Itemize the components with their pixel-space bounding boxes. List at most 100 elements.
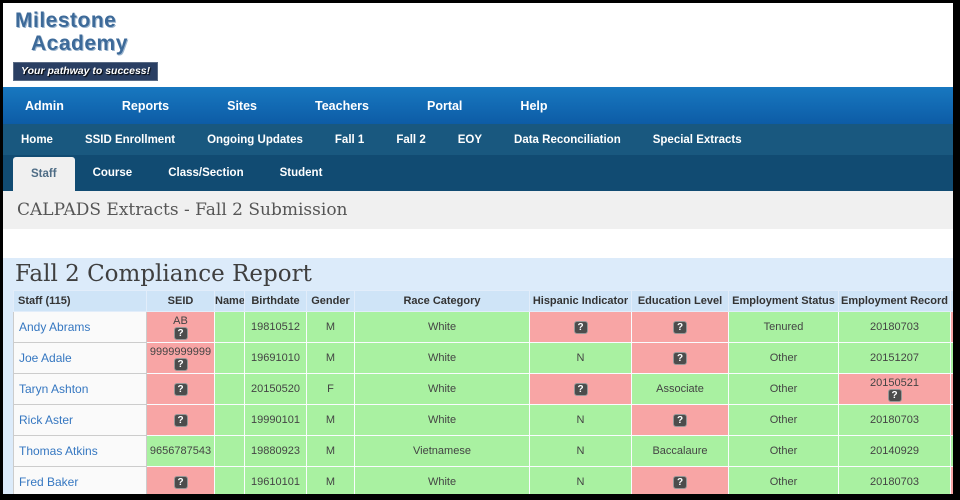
cell-seid: 9656787543 (146, 435, 215, 467)
staff-name-link[interactable]: Joe Adale (19, 351, 72, 365)
cell-value: Other (769, 476, 798, 488)
cell-gender: M (306, 466, 355, 494)
tab-course[interactable]: Course (75, 155, 151, 191)
cell-seid: ? (146, 404, 215, 436)
cell-race-category: White (354, 373, 530, 405)
staff-name-link[interactable]: Andy Abrams (19, 320, 90, 334)
cell-employment-status: Other (728, 373, 839, 405)
cell-birthdate: 19610101 (244, 466, 307, 494)
question-icon[interactable]: ? (573, 320, 588, 334)
cell-employment-status: Other (728, 435, 839, 467)
table-header-row: Staff (115) SEID Name Birthdate Gender Race C… (13, 290, 953, 312)
cell-education-level: ? (631, 342, 729, 374)
staff-name-link[interactable]: Thomas Atkins (19, 444, 98, 458)
table-row: Taryn Ashton? 20150520 F White? Associate Oth… (13, 373, 953, 405)
nav-item-reports[interactable]: Reports (122, 99, 169, 113)
cell-employment-status: Other (728, 404, 839, 436)
extract-tab-bar: Staff Course Class/Section Student (3, 155, 953, 191)
question-icon[interactable]: ? (173, 357, 188, 371)
nav-item-teachers[interactable]: Teachers (315, 99, 369, 113)
cell-name (214, 404, 245, 436)
cell-value: 20140929 (870, 445, 919, 457)
cell-education-level: ? (631, 311, 729, 343)
page-title: CALPADS Extracts - Fall 2 Submission (17, 200, 348, 220)
tab-staff[interactable]: Staff (13, 157, 75, 191)
question-icon[interactable]: ? (573, 382, 588, 396)
cutoff-column-header (950, 290, 953, 312)
cell-education-level: ? (631, 466, 729, 494)
tab-class-section[interactable]: Class/Section (150, 155, 261, 191)
cell-employment-record: 20180703 (838, 404, 951, 436)
cell-value: N (576, 445, 585, 457)
main-nav: Admin Reports Sites Teachers Portal Help (3, 87, 953, 124)
table-row: Rick Aster? 19990101 M White N? Other 20180703 (13, 404, 953, 436)
subnav-item-home[interactable]: Home (21, 134, 53, 146)
staff-name-link[interactable]: Taryn Ashton (19, 382, 88, 396)
staff-name-link[interactable]: Fred Baker (19, 475, 78, 489)
subnav-item-data-reconciliation[interactable]: Data Reconciliation (514, 134, 621, 146)
cell-gender: M (306, 311, 355, 343)
subnav-item-fall-2[interactable]: Fall 2 (396, 134, 425, 146)
cell-employment-record: 20140929 (838, 435, 951, 467)
staff-name-cell: Fred Baker (13, 466, 147, 494)
column-header: Birthdate (244, 290, 307, 312)
question-icon[interactable]: ? (887, 388, 902, 402)
cell-gender: M (306, 435, 355, 467)
question-icon[interactable]: ? (673, 475, 687, 489)
app-header: Milestone Academy Your pathway to succes… (3, 3, 953, 87)
subnav-item-ssid-enrollment[interactable]: SSID Enrollment (85, 134, 175, 146)
cell-value: 19610101 (251, 476, 300, 488)
cell-value: 19880923 (251, 445, 300, 457)
question-icon[interactable]: ? (673, 351, 687, 365)
nav-item-portal[interactable]: Portal (427, 99, 462, 113)
cell-seid: ? (146, 373, 215, 405)
cell-employment-record: 20180703 (838, 311, 951, 343)
question-icon[interactable]: ? (173, 413, 188, 427)
nav-item-admin[interactable]: Admin (25, 99, 64, 113)
cell-value: Other (769, 414, 798, 426)
nav-item-sites[interactable]: Sites (227, 99, 257, 113)
cell-value: M (325, 352, 336, 364)
cell-value: 19691010 (251, 352, 300, 364)
cell-value: White (427, 414, 457, 426)
subnav-item-ongoing-updates[interactable]: Ongoing Updates (207, 134, 303, 146)
cell-name (214, 435, 245, 467)
report-table-body: Andy Abrams AB? 19810512 M White?? Tenured 201… (13, 311, 953, 494)
cell-value: M (325, 445, 336, 457)
cell-race-category: White (354, 342, 530, 374)
question-icon[interactable]: ? (673, 413, 687, 427)
subnav-item-special-extracts[interactable]: Special Extracts (653, 134, 742, 146)
cell-hispanic-indicator: N (529, 404, 632, 436)
table-row: Andy Abrams AB? 19810512 M White?? Tenured 201… (13, 311, 953, 343)
cell-birthdate: 19990101 (244, 404, 307, 436)
question-icon[interactable]: ? (673, 320, 687, 334)
cell-value: M (325, 414, 336, 426)
staff-name-cell: Rick Aster (13, 404, 147, 436)
cell-value: M (325, 476, 336, 488)
cell-seid: ? (146, 466, 215, 494)
cell-gender: M (306, 342, 355, 374)
subnav-item-eoy[interactable]: EOY (458, 134, 482, 146)
subnav-item-fall-1[interactable]: Fall 1 (335, 134, 364, 146)
staff-name-link[interactable]: Rick Aster (19, 413, 73, 427)
cell-hispanic-indicator: N (529, 466, 632, 494)
cutoff-column-cell (950, 404, 953, 436)
question-icon[interactable]: ? (173, 326, 188, 340)
staff-name-cell: Joe Adale (13, 342, 147, 374)
question-icon[interactable]: ? (173, 475, 188, 489)
logo-text-line2: Academy (31, 32, 128, 55)
milestone-academy-logo[interactable]: Milestone Academy (15, 9, 128, 55)
column-header: SEID (146, 290, 215, 312)
tab-student[interactable]: Student (262, 155, 341, 191)
staff-name-cell: Andy Abrams (13, 311, 147, 343)
question-icon[interactable]: ? (173, 382, 188, 396)
cell-value: 20180703 (870, 476, 919, 488)
report-section: Fall 2 Compliance Report Staff (115) SEID… (3, 258, 953, 494)
cell-seid: AB? (146, 311, 215, 343)
cell-value: Other (769, 352, 798, 364)
cutoff-column-cell (950, 435, 953, 467)
app-window: Milestone Academy Your pathway to succes… (0, 0, 960, 500)
nav-item-help[interactable]: Help (520, 99, 547, 113)
column-header: Hispanic Indicator (529, 290, 632, 312)
cell-value: 19810512 (251, 321, 300, 333)
